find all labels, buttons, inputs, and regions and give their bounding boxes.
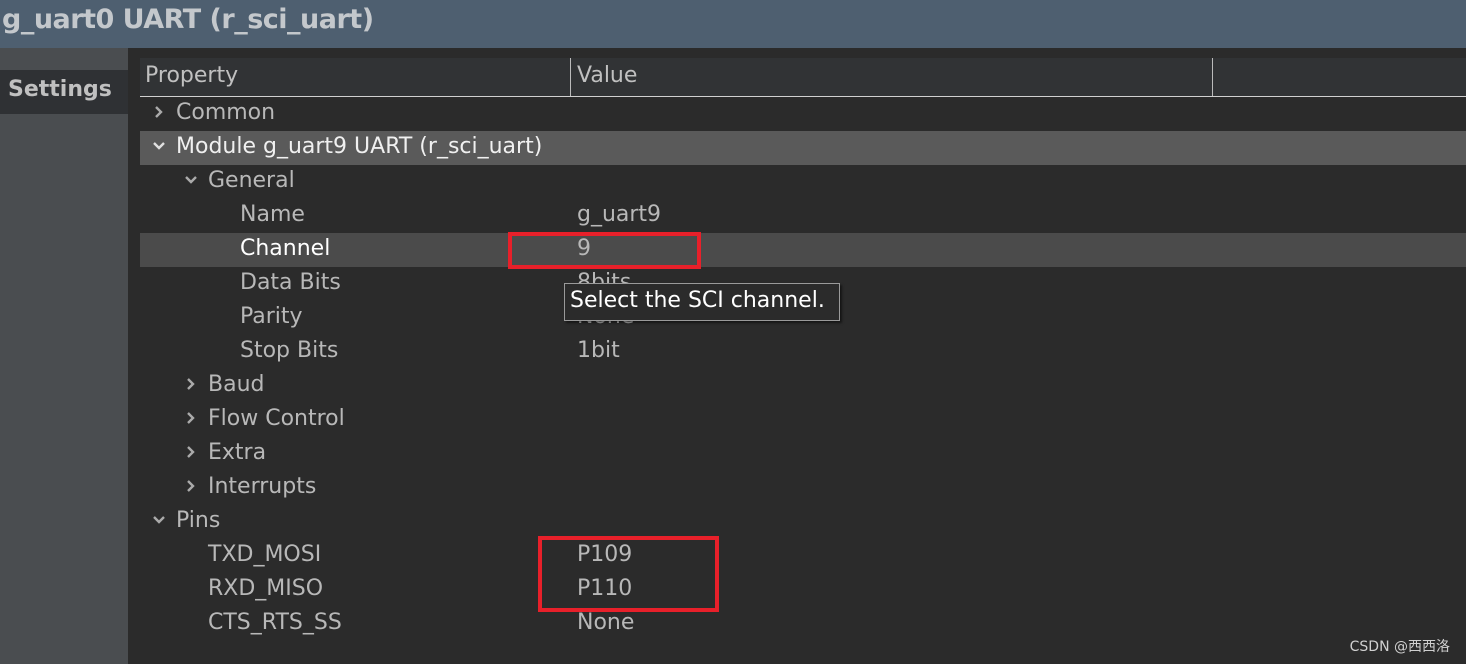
table-row[interactable]: Pins xyxy=(140,505,1466,539)
chevron-down-icon[interactable] xyxy=(184,173,198,187)
tooltip: Select the SCI channel. xyxy=(564,283,840,321)
property-label: Module g_uart9 UART (r_sci_uart) xyxy=(176,134,543,159)
table-row[interactable]: CTS_RTS_SS None xyxy=(140,607,1466,641)
table-row[interactable]: Interrupts xyxy=(140,471,1466,505)
window-title-bar: g_uart0 UART (r_sci_uart) xyxy=(0,0,1466,48)
tab-settings[interactable]: Settings xyxy=(0,70,128,114)
watermark: CSDN @西西洛 xyxy=(1349,639,1450,655)
table-row[interactable]: General xyxy=(140,165,1466,199)
table-row[interactable]: TXD_MOSI P109 xyxy=(140,539,1466,573)
property-label: Data Bits xyxy=(240,270,341,295)
window-title: g_uart0 UART (r_sci_uart) xyxy=(2,4,374,35)
table-row[interactable]: RXD_MISO P110 xyxy=(140,573,1466,607)
chevron-right-icon[interactable] xyxy=(184,411,198,425)
table-row[interactable]: Stop Bits 1bit xyxy=(140,335,1466,369)
chevron-right-icon[interactable] xyxy=(184,377,198,391)
property-label: Stop Bits xyxy=(240,338,339,363)
property-label: General xyxy=(208,168,295,193)
property-label: Common xyxy=(176,100,276,125)
property-label: Extra xyxy=(208,440,267,465)
table-row[interactable]: Baud xyxy=(140,369,1466,403)
property-label: Interrupts xyxy=(208,474,317,499)
table-row[interactable]: Module g_uart9 UART (r_sci_uart) xyxy=(140,131,1466,165)
divider xyxy=(128,48,138,664)
table-row[interactable]: Name g_uart9 xyxy=(140,199,1466,233)
table-row[interactable]: Flow Control xyxy=(140,403,1466,437)
property-label: RXD_MISO xyxy=(208,576,324,601)
property-value[interactable]: g_uart9 xyxy=(577,202,661,227)
chevron-right-icon[interactable] xyxy=(184,445,198,459)
property-label: Flow Control xyxy=(208,406,345,431)
tooltip-text: Select the SCI channel. xyxy=(570,288,825,313)
chevron-down-icon[interactable] xyxy=(152,513,166,527)
tab-settings-label: Settings xyxy=(8,77,112,102)
column-divider[interactable] xyxy=(570,58,571,96)
property-label: Parity xyxy=(240,304,303,329)
table-row[interactable]: Common xyxy=(140,97,1466,131)
property-label: Name xyxy=(240,202,305,227)
property-label: Channel xyxy=(240,236,331,261)
highlight-box xyxy=(538,536,719,612)
header-property[interactable]: Property xyxy=(145,63,238,88)
table-row[interactable]: Channel 9 xyxy=(140,233,1466,267)
column-divider[interactable] xyxy=(1212,58,1213,96)
property-label: CTS_RTS_SS xyxy=(208,610,342,635)
chevron-right-icon[interactable] xyxy=(152,105,166,119)
property-label: Pins xyxy=(176,508,221,533)
header-value[interactable]: Value xyxy=(577,63,637,88)
property-table-header: Property Value xyxy=(140,58,1466,97)
chevron-down-icon[interactable] xyxy=(152,139,166,153)
property-value[interactable]: None xyxy=(577,610,634,635)
chevron-right-icon[interactable] xyxy=(184,479,198,493)
property-value[interactable]: 1bit xyxy=(577,338,620,363)
highlight-box xyxy=(508,232,701,269)
sidebar: Settings xyxy=(0,48,128,664)
property-label: TXD_MOSI xyxy=(208,542,322,567)
table-row[interactable]: Extra xyxy=(140,437,1466,471)
property-label: Baud xyxy=(208,372,265,397)
